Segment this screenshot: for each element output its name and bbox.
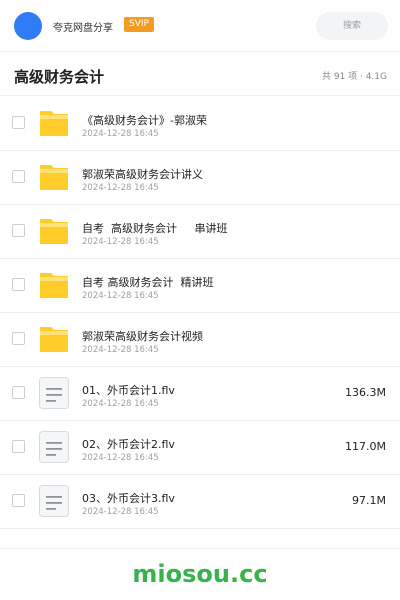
item-name: 02、外币会计2.flv <box>82 438 175 451</box>
item-checkbox[interactable] <box>12 278 25 291</box>
user-avatar[interactable] <box>14 12 42 40</box>
item-checkbox[interactable] <box>12 440 25 453</box>
item-name: 03、外币会计3.flv <box>82 492 175 505</box>
site-watermark: miosou.cc <box>132 560 268 588</box>
list-item[interactable]: 01、外币会计1.flv 2024-12-28 16:45 136.3M <box>0 367 400 421</box>
item-name: 郭淑荣高级财务会计讲义 <box>82 168 203 181</box>
item-checkbox[interactable] <box>12 116 25 129</box>
list-item[interactable]: 郭淑荣高级财务会计讲义 2024-12-28 16:45 <box>0 151 400 205</box>
username[interactable]: 夸克网盘分享 <box>53 19 113 34</box>
item-checkbox[interactable] <box>12 332 25 345</box>
item-date: 2024-12-28 16:45 <box>82 399 159 409</box>
item-checkbox[interactable] <box>12 170 25 183</box>
item-date: 2024-12-28 16:45 <box>82 291 159 301</box>
item-size: 117.0M <box>345 440 386 453</box>
folder-icon <box>40 165 68 190</box>
list-item[interactable]: 自考 高级财务会计 串讲班 2024-12-28 16:45 <box>0 205 400 259</box>
list-item[interactable]: 《高级财务会计》-郭淑荣 2024-12-28 16:45 <box>0 97 400 151</box>
item-date: 2024-12-28 16:45 <box>82 237 159 247</box>
item-checkbox[interactable] <box>12 224 25 237</box>
file-list: 《高级财务会计》-郭淑荣 2024-12-28 16:45 郭淑荣高级财务会计讲… <box>0 97 400 529</box>
item-date: 2024-12-28 16:45 <box>82 507 159 517</box>
footer-bar: miosou.cc <box>0 548 400 600</box>
search-input[interactable]: 搜索 <box>316 12 388 40</box>
item-date: 2024-12-28 16:45 <box>82 453 159 463</box>
list-item[interactable]: 郭淑荣高级财务会计视频 2024-12-28 16:45 <box>0 313 400 367</box>
list-item[interactable]: 03、外币会计3.flv 2024-12-28 16:45 97.1M <box>0 475 400 529</box>
folder-icon <box>40 273 68 298</box>
item-date: 2024-12-28 16:45 <box>82 183 159 193</box>
list-item[interactable]: 自考 高级财务会计 精讲班 2024-12-28 16:45 <box>0 259 400 313</box>
item-name: 《高级财务会计》-郭淑荣 <box>82 114 207 127</box>
item-name: 01、外币会计1.flv <box>82 384 175 397</box>
item-name: 自考 高级财务会计 串讲班 <box>82 222 228 235</box>
item-checkbox[interactable] <box>12 386 25 399</box>
top-header: 夸克网盘分享 SVIP 搜索 <box>0 0 400 52</box>
folder-icon <box>40 219 68 244</box>
video-file-icon <box>39 431 69 463</box>
folder-icon <box>40 327 68 352</box>
item-date: 2024-12-28 16:45 <box>82 129 159 139</box>
item-size: 136.3M <box>345 386 386 399</box>
folder-summary: 共 91 项 · 4.1G <box>321 72 387 82</box>
item-checkbox[interactable] <box>12 494 25 507</box>
folder-icon <box>40 111 68 136</box>
item-name: 自考 高级财务会计 精讲班 <box>82 276 214 289</box>
video-file-icon <box>39 377 69 409</box>
item-size: 97.1M <box>352 494 386 507</box>
list-item[interactable]: 02、外币会计2.flv 2024-12-28 16:45 117.0M <box>0 421 400 475</box>
item-date: 2024-12-28 16:45 <box>82 345 159 355</box>
folder-title: 高级财务会计 <box>14 68 105 86</box>
svip-badge: SVIP <box>124 17 154 32</box>
folder-title-bar: 高级财务会计 共 91 项 · 4.1G <box>0 52 400 96</box>
item-name: 郭淑荣高级财务会计视频 <box>82 330 203 343</box>
video-file-icon <box>39 485 69 517</box>
